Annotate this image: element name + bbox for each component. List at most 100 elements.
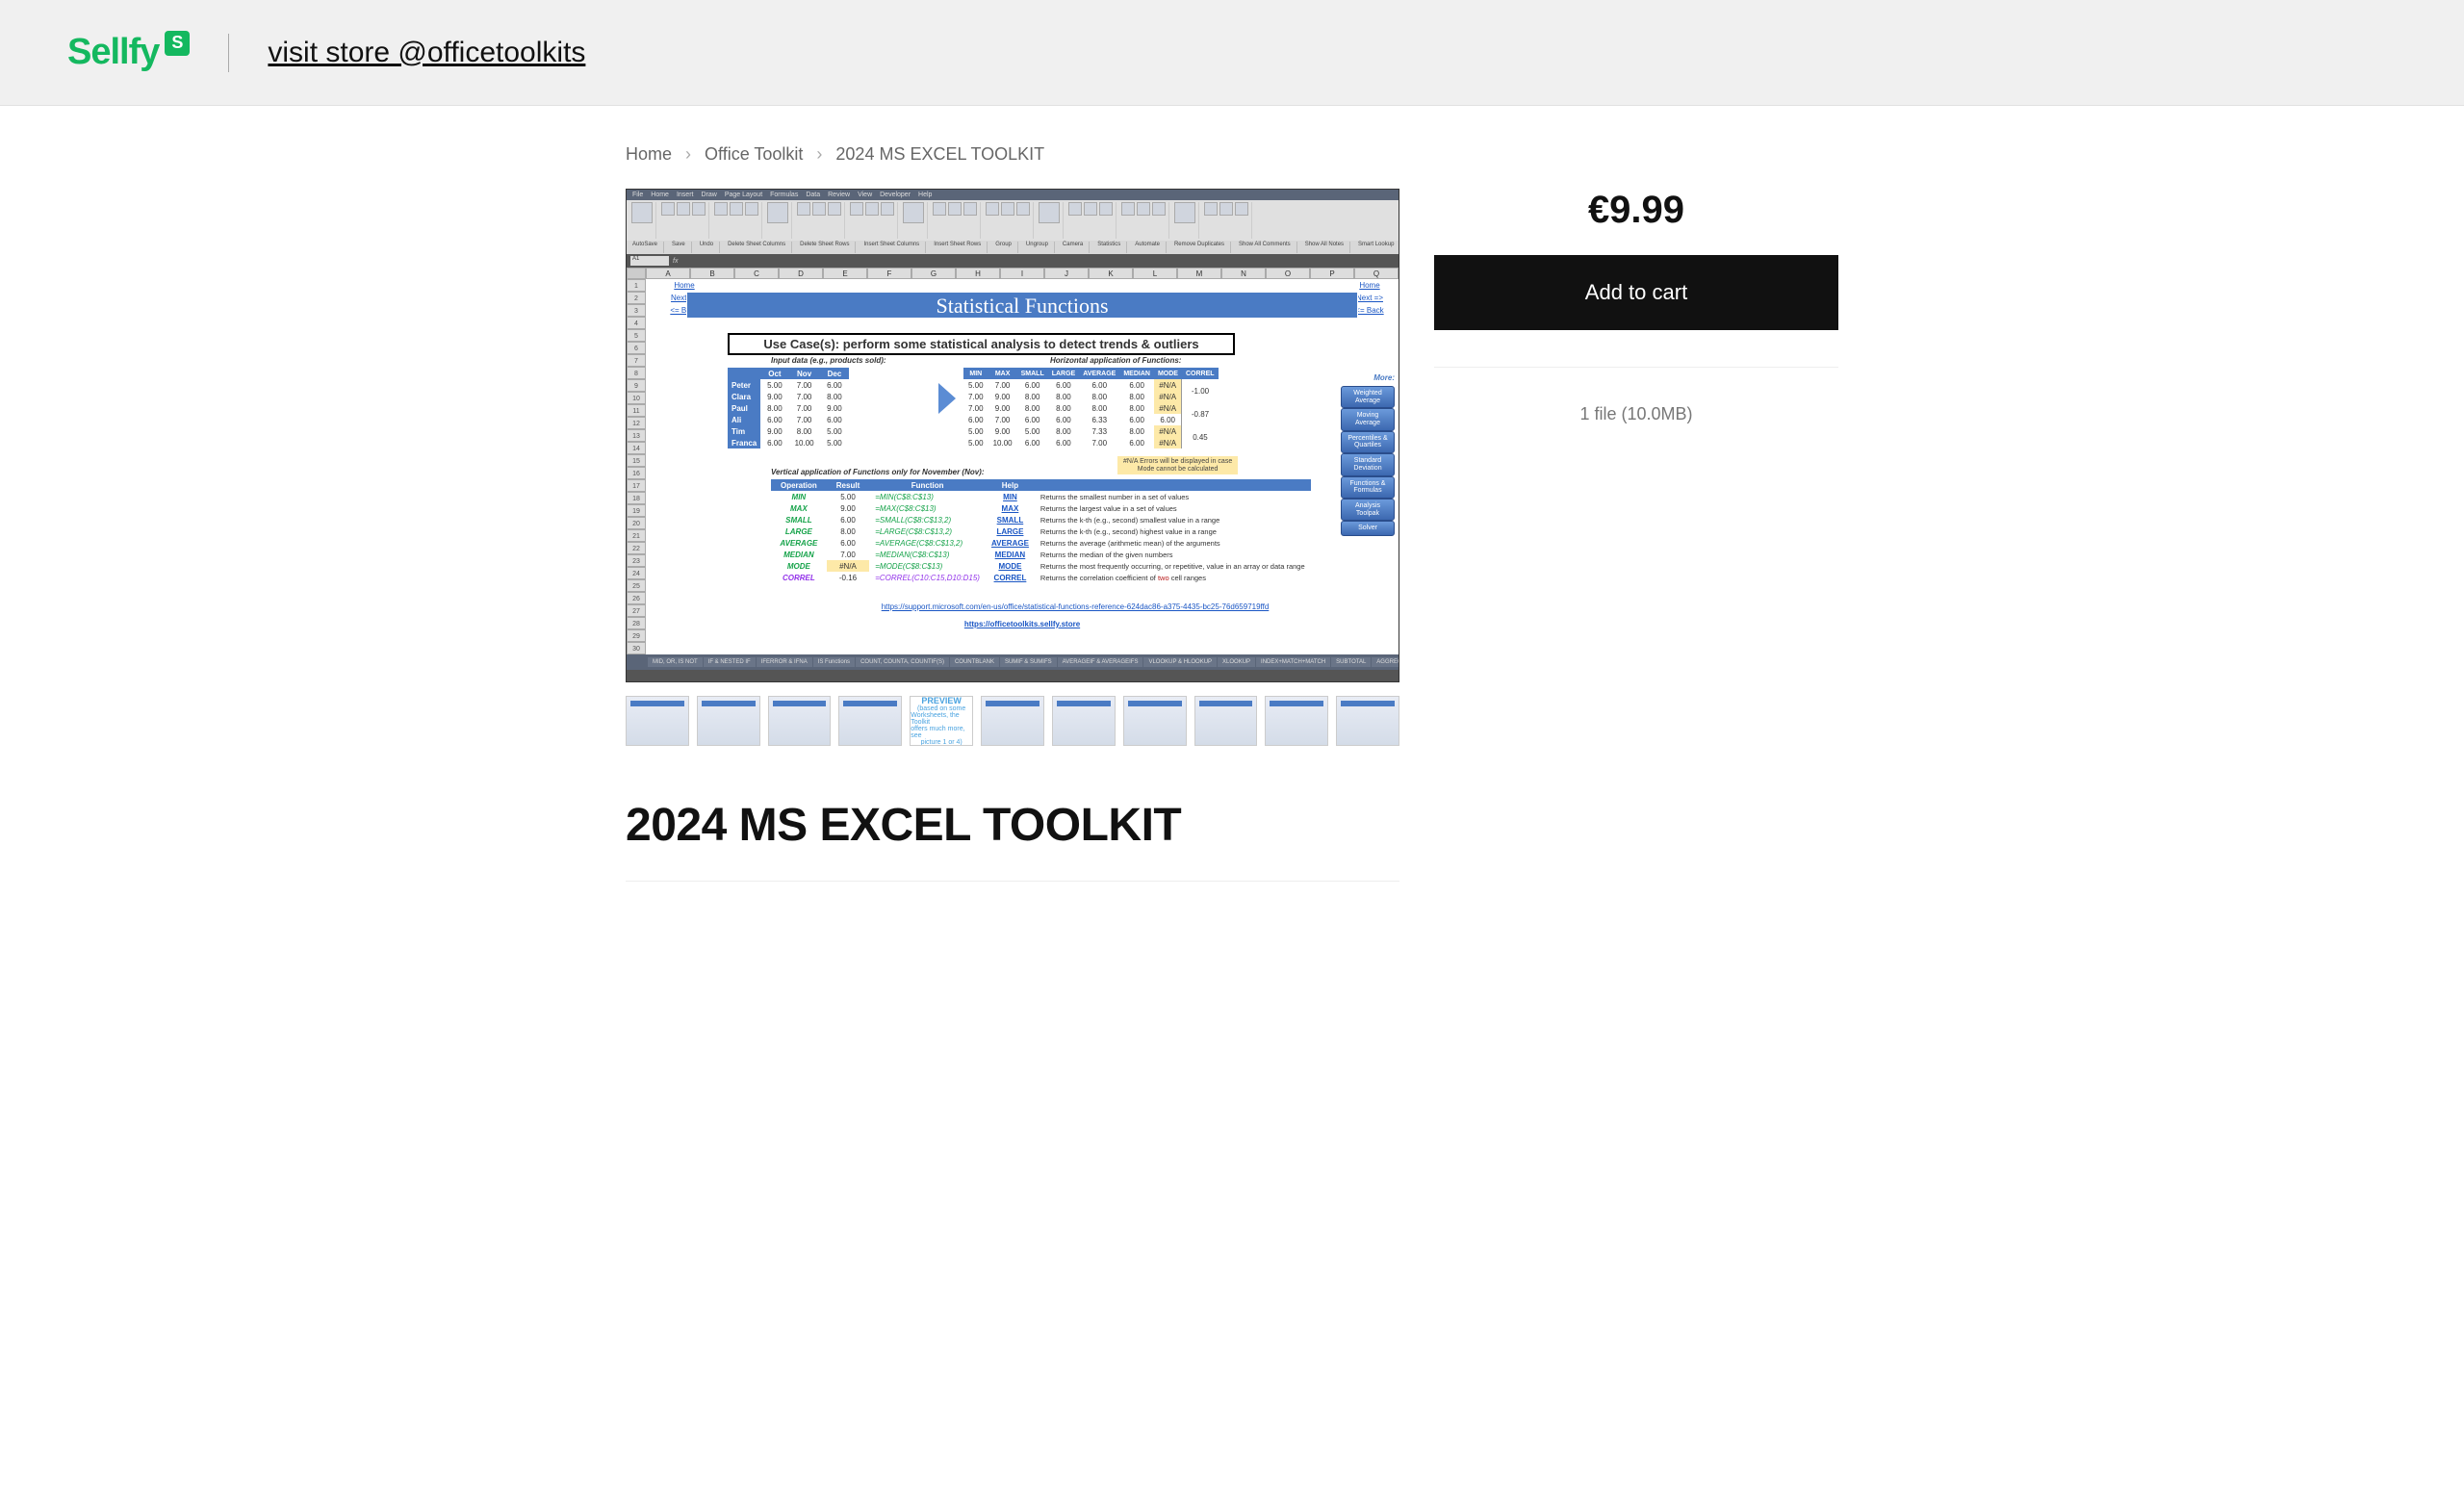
- sheet-tab[interactable]: MID, OR, IS NOT: [648, 657, 703, 667]
- sheet-tab[interactable]: SUMIF & SUMIFS: [1000, 657, 1057, 667]
- v-desc: Returns the k-th (e.g., second) smallest…: [1035, 514, 1311, 525]
- grid-body: Home Next => <= Back Home Next => <= Bac…: [646, 279, 1399, 645]
- more-side-button[interactable]: Percentiles & Quartiles: [1341, 431, 1395, 453]
- na-note-1: #N/A Errors will be displayed in case: [1123, 458, 1232, 465]
- breadcrumb-home[interactable]: Home: [626, 144, 672, 165]
- h-col-header: MAX: [988, 368, 1017, 379]
- ribbon-group: [658, 202, 709, 239]
- v-op: MODE: [771, 560, 827, 572]
- col-header: K: [1089, 268, 1133, 279]
- input-col-header: Oct: [760, 368, 788, 379]
- h-cell: 8.00: [1119, 425, 1154, 437]
- breadcrumb-current: 2024 MS EXCEL TOOLKIT: [835, 144, 1044, 165]
- v-help-link[interactable]: CORREL: [986, 572, 1035, 583]
- col-header: F: [867, 268, 911, 279]
- ribbon-icon: [1121, 202, 1135, 216]
- product-thumbnail[interactable]: [768, 696, 832, 746]
- product-thumbnail[interactable]: [838, 696, 902, 746]
- ribbon-group: [711, 202, 762, 239]
- h-cell: 7.00: [963, 402, 988, 414]
- ribbon-icon: [903, 202, 924, 223]
- h-col-header: CORREL: [1182, 368, 1219, 379]
- excel-menu-item: Developer: [880, 192, 911, 198]
- more-side-button[interactable]: Moving Average: [1341, 408, 1395, 430]
- v-help-link[interactable]: LARGE: [986, 525, 1035, 537]
- sheet-tab[interactable]: IFERROR & IFNA: [757, 657, 812, 667]
- v-help-link[interactable]: MEDIAN: [986, 549, 1035, 560]
- v-desc: Returns the smallest number in a set of …: [1035, 491, 1311, 502]
- product-thumbnail[interactable]: [1194, 696, 1258, 746]
- h-cell: 6.00: [1048, 379, 1080, 391]
- v-desc: Returns the average (arithmetic mean) of…: [1035, 537, 1311, 549]
- product-thumbnail[interactable]: [1123, 696, 1187, 746]
- sheet-tab[interactable]: INDEX+MATCH+MATCH: [1256, 657, 1330, 667]
- ribbon-icon: [767, 202, 788, 223]
- more-side-button[interactable]: Solver: [1341, 521, 1395, 536]
- input-cell: 5.00: [760, 379, 788, 391]
- product-thumbnail[interactable]: PREVIEW(based on someWorksheets, the Too…: [910, 696, 973, 746]
- row-header: 3: [627, 304, 646, 317]
- store-link[interactable]: https://officetoolkits.sellfy.store: [646, 620, 1399, 628]
- more-side-button[interactable]: Standard Deviation: [1341, 453, 1395, 475]
- more-side-button[interactable]: Analysis Toolpak: [1341, 499, 1395, 521]
- ms-doc-link[interactable]: https://support.microsoft.com/en-us/offi…: [809, 602, 1341, 611]
- input-cell: 8.00: [760, 402, 788, 414]
- sheet-tab[interactable]: COUNTBLANK: [950, 657, 999, 667]
- input-cell: 7.00: [789, 391, 820, 402]
- purchase-panel: €9.99 Add to cart 1 file (10.0MB): [1434, 189, 1838, 882]
- nav-home[interactable]: Home: [646, 279, 723, 292]
- product-thumbnail[interactable]: [981, 696, 1044, 746]
- input-data-table: OctNovDecPeter5.007.006.00Clara9.007.008…: [728, 368, 849, 448]
- v-help-link[interactable]: MAX: [986, 502, 1035, 514]
- visit-store-link[interactable]: visit store @officetoolkits: [268, 37, 585, 69]
- row-header: 28: [627, 617, 646, 629]
- sheet-tab[interactable]: COUNT, COUNTA, COUNTIF(S): [856, 657, 949, 667]
- product-thumbnail[interactable]: [697, 696, 760, 746]
- h-cell: 9.00: [988, 402, 1017, 414]
- v-desc: Returns the k-th (e.g., second) highest …: [1035, 525, 1311, 537]
- logo[interactable]: Sellfy S: [67, 32, 190, 73]
- sheet-tab[interactable]: AVERAGEIF & AVERAGEIFS: [1058, 657, 1143, 667]
- product-thumbnail[interactable]: [1336, 696, 1399, 746]
- product-image-main[interactable]: FileHomeInsertDrawPage LayoutFormulasDat…: [626, 189, 1399, 682]
- v-help-link[interactable]: MIN: [986, 491, 1035, 502]
- sheet-tab[interactable]: SUBTOTAL: [1331, 657, 1371, 667]
- row-header: 2: [627, 292, 646, 304]
- product-thumbnail[interactable]: [1265, 696, 1328, 746]
- ribbon-icon: [933, 202, 946, 216]
- v-help-link[interactable]: SMALL: [986, 514, 1035, 525]
- arrow-right-icon: [938, 383, 956, 414]
- more-side-button[interactable]: Functions & Formulas: [1341, 476, 1395, 499]
- sheet-tab[interactable]: VLOOKUP & HLOOKUP: [1143, 657, 1217, 667]
- row-header: 29: [627, 629, 646, 642]
- col-header: D: [779, 268, 823, 279]
- fx-icon: fx: [673, 258, 678, 265]
- content: Home › Office Toolkit › 2024 MS EXCEL TO…: [558, 106, 1906, 920]
- product-thumbnail[interactable]: [1052, 696, 1116, 746]
- quick-toolbar-item: Remove Duplicates: [1174, 242, 1231, 253]
- row-header: 18: [627, 492, 646, 504]
- breadcrumb-sep: ›: [685, 144, 691, 165]
- add-to-cart-button[interactable]: Add to cart: [1434, 255, 1838, 330]
- sheet-tab[interactable]: IS Functions: [813, 657, 855, 667]
- product-thumbnail[interactable]: [626, 696, 689, 746]
- h-cell: 6.00: [963, 414, 988, 425]
- v-help-link[interactable]: MODE: [986, 560, 1035, 572]
- sheet-tab[interactable]: XLOOKUP: [1218, 657, 1255, 667]
- row-header: 8: [627, 367, 646, 379]
- input-cell: 8.00: [820, 391, 850, 402]
- ribbon-icon: [661, 202, 675, 216]
- v-col-header: Function: [869, 479, 986, 491]
- ribbon-icon: [1039, 202, 1060, 223]
- breadcrumb-category[interactable]: Office Toolkit: [705, 144, 803, 165]
- nav-home-r[interactable]: Home: [1341, 279, 1399, 292]
- input-row-name: Peter: [728, 379, 760, 391]
- sheet-tab[interactable]: AGGREGATE: [1372, 657, 1399, 667]
- sheet-tab[interactable]: IF & NESTED IF: [704, 657, 756, 667]
- v-help-link[interactable]: AVERAGE: [986, 537, 1035, 549]
- row-header: 25: [627, 579, 646, 592]
- h-cell: 10.00: [988, 437, 1017, 448]
- more-side-button[interactable]: Weighted Average: [1341, 386, 1395, 408]
- correl-cell: -0.87: [1182, 402, 1219, 425]
- input-cell: 7.00: [789, 379, 820, 391]
